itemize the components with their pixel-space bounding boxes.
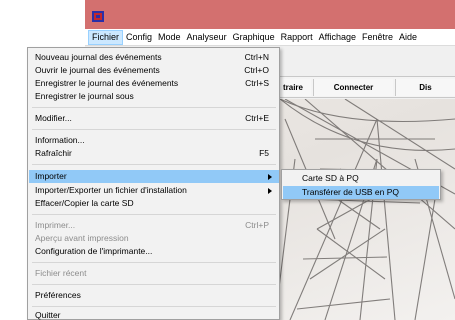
menu-item-shortcut: Ctrl+E [245,113,269,123]
menu-item-save-log-as[interactable]: Enregistrer le journal sous [29,90,279,103]
menu-item-label: Imprimer... [35,220,76,230]
menu-item-label: Nouveau journal des événements [35,52,162,62]
menu-fenetre[interactable]: Fenêtre [359,30,396,45]
menu-affichage[interactable]: Affichage [316,30,359,45]
menu-item-printer-setup[interactable]: Configuration de l'imprimante... [29,245,279,258]
menu-item-recent-file[interactable]: Fichier récent [29,267,279,280]
menu-bar: Fichier Config Mode Analyseur Graphique … [85,29,455,46]
connect-button[interactable]: Connecter [313,79,393,96]
menu-item-print-preview[interactable]: Aperçu avant impression [29,232,279,245]
menu-graphique[interactable]: Graphique [230,30,278,45]
menu-item-label: Fichier récent [35,268,87,278]
menu-item-label: Configuration de l'imprimante... [35,246,153,256]
menu-separator [32,107,276,108]
file-menu-dropdown: Nouveau journal des événements Ctrl+N Ou… [27,47,280,320]
submenu-item-sd-card-to-pq[interactable]: Carte SD à PQ [283,172,439,185]
menu-item-quit[interactable]: Quitter [29,309,279,320]
menu-separator [32,129,276,130]
menu-item-refresh[interactable]: Rafraîchir F5 [29,147,279,160]
menu-item-label: Ouvrir le journal des événements [35,65,160,75]
menu-item-print[interactable]: Imprimer... Ctrl+P [29,219,279,232]
menu-item-label: Enregistrer le journal sous [35,91,134,101]
title-bar[interactable] [85,0,455,29]
app-logo-icon[interactable] [92,11,104,22]
menu-item-label: Importer [35,171,67,181]
menu-item-label: Effacer/Copier la carte SD [35,198,134,208]
menu-item-erase-copy-sd-card[interactable]: Effacer/Copier la carte SD [29,197,279,210]
menu-item-label: Aperçu avant impression [35,233,129,243]
submenu-item-usb-to-pq[interactable]: Transférer de USB en PQ [283,186,439,199]
menu-item-open-event-log[interactable]: Ouvrir le journal des événements Ctrl+O [29,64,279,77]
menu-item-import[interactable]: Importer [29,170,279,183]
disconnect-button[interactable]: Dis [395,79,455,96]
menu-aide[interactable]: Aide [396,30,420,45]
menu-item-shortcut: Ctrl+P [245,220,269,230]
menu-item-shortcut: F5 [259,148,269,158]
menu-item-label: Quitter [35,310,61,320]
menu-item-modify[interactable]: Modifier... Ctrl+E [29,112,279,125]
menu-separator [32,306,276,307]
menu-item-preferences[interactable]: Préférences [29,289,279,302]
menu-mode[interactable]: Mode [155,30,184,45]
submenu-arrow-icon [268,174,272,180]
submenu-arrow-icon [268,188,272,194]
menu-item-label: Importer/Exporter un fichier d'installat… [35,185,187,195]
menu-item-label: Enregistrer le journal des événements [35,78,179,88]
menu-item-import-export-install-file[interactable]: Importer/Exporter un fichier d'installat… [29,184,279,197]
menu-item-save-event-log[interactable]: Enregistrer le journal des événements Ct… [29,77,279,90]
extract-button[interactable]: traire [275,79,311,96]
menu-item-shortcut: Ctrl+O [244,65,269,75]
import-submenu: Carte SD à PQ Transférer de USB en PQ [281,169,441,200]
menu-separator [32,164,276,165]
menu-config[interactable]: Config [123,30,155,45]
menu-separator [32,284,276,285]
menu-fichier[interactable]: Fichier [88,29,124,45]
menu-item-label: Préférences [35,290,81,300]
menu-item-label: Information... [35,135,85,145]
menu-item-shortcut: Ctrl+S [245,78,269,88]
menu-separator [32,262,276,263]
menu-item-label: Rafraîchir [35,148,72,158]
menu-item-shortcut: Ctrl+N [244,52,269,62]
menu-separator [32,214,276,215]
menu-analyseur[interactable]: Analyseur [184,30,230,45]
menu-rapport[interactable]: Rapport [278,30,316,45]
menu-item-information[interactable]: Information... [29,134,279,147]
menu-item-label: Modifier... [35,113,72,123]
menu-item-new-event-log[interactable]: Nouveau journal des événements Ctrl+N [29,51,279,64]
